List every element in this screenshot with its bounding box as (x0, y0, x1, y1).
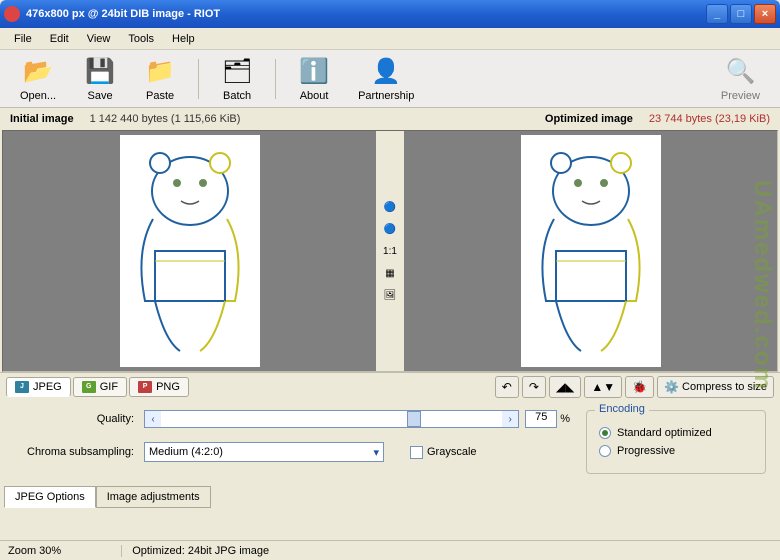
format-tab-png[interactable]: PPNG (129, 377, 189, 397)
flip-v-icon: ▲▼ (591, 380, 615, 394)
batch-icon: 🗂 (221, 56, 253, 88)
status-optimized: Optimized: 24bit JPG image (121, 545, 269, 557)
chroma-select[interactable]: Medium (4:2:0) (144, 442, 384, 462)
encoding-legend: Encoding (595, 403, 649, 415)
initial-preview-pane[interactable] (3, 131, 376, 371)
zoom-in-icon[interactable]: 🔵 (382, 199, 398, 215)
open-button[interactable]: 📂Open... (8, 52, 68, 106)
magnify-icon: 🔍 (724, 56, 756, 88)
maximize-button[interactable]: □ (730, 4, 752, 24)
optimized-label: Optimized image (545, 113, 633, 125)
undo-icon: ↶ (502, 380, 512, 394)
bottom-tabs: JPEG Options Image adjustments (0, 486, 780, 508)
folder-open-icon: 📂 (22, 56, 54, 88)
initial-bytes: 1 142 440 bytes (1 115,66 KiB) (90, 113, 241, 125)
info-row: Initial image 1 142 440 bytes (1 115,66 … (0, 108, 780, 130)
menubar: File Edit View Tools Help (0, 28, 780, 50)
save-icon: 💾 (84, 56, 116, 88)
redo-button[interactable]: ↷ (522, 376, 546, 398)
optimized-preview-pane[interactable] (404, 131, 777, 371)
watermark: UAmedwed.com (748, 180, 776, 391)
toolbar-divider (198, 59, 199, 99)
batch-button[interactable]: 🗂Batch (209, 52, 265, 106)
paste-button[interactable]: 📁Paste (132, 52, 188, 106)
encoding-standard-radio[interactable] (599, 427, 611, 439)
zoom-out-icon[interactable]: 🔵 (382, 221, 398, 237)
bug-icon: 🐞 (632, 380, 647, 394)
tab-image-adjustments[interactable]: Image adjustments (96, 486, 211, 508)
chroma-label: Chroma subsampling: (14, 446, 144, 458)
optimized-bytes: 23 744 bytes (23,19 KiB) (649, 113, 770, 125)
settings-panel: Quality: ‹ › 75 % Chroma subsampling: Me… (0, 400, 780, 486)
minimize-button[interactable]: _ (706, 4, 728, 24)
slider-thumb[interactable] (407, 411, 421, 427)
grayscale-checkbox[interactable] (410, 446, 423, 459)
fit-grid-icon[interactable]: ▦ (382, 265, 398, 281)
zoom-1to1-button[interactable]: 1:1 (382, 243, 398, 259)
format-row: JJPEG GGIF PPNG ↶ ↷ ◢◣ ▲▼ 🐞 ⚙️Compress t… (0, 372, 780, 400)
menu-edit[interactable]: Edit (42, 31, 77, 47)
format-tab-jpeg[interactable]: JJPEG (6, 377, 71, 397)
encoding-fieldset: Encoding Standard optimized Progressive (586, 410, 766, 474)
menu-view[interactable]: View (79, 31, 119, 47)
bug-button[interactable]: 🐞 (625, 376, 654, 398)
preview-button[interactable]: 🔍Preview (709, 52, 772, 106)
format-tab-gif[interactable]: GGIF (73, 377, 127, 397)
person-icon: 👤 (370, 56, 402, 88)
save-button[interactable]: 💾Save (72, 52, 128, 106)
gif-badge-icon: G (82, 381, 96, 393)
app-icon (4, 6, 20, 22)
initial-label: Initial image (10, 113, 74, 125)
gear-icon: ⚙️ (664, 380, 679, 394)
close-button[interactable]: × (754, 4, 776, 24)
toolbar-divider (275, 59, 276, 99)
undo-button[interactable]: ↶ (495, 376, 519, 398)
optimized-image (521, 135, 661, 367)
paste-icon: 📁 (144, 56, 176, 88)
about-button[interactable]: ℹ️About (286, 52, 342, 106)
info-icon: ℹ️ (298, 56, 330, 88)
grayscale-label: Grayscale (427, 446, 477, 458)
quality-label: Quality: (14, 413, 144, 425)
quality-percent: % (560, 413, 570, 425)
partnership-button[interactable]: 👤Partnership (346, 52, 426, 106)
titlebar: 476x800 px @ 24bit DIB image - RIOT _ □ … (0, 0, 780, 28)
toolbar: 📂Open... 💾Save 📁Paste 🗂Batch ℹ️About 👤Pa… (0, 50, 780, 108)
slider-left-button[interactable]: ‹ (145, 411, 161, 427)
tab-jpeg-options[interactable]: JPEG Options (4, 486, 96, 508)
quality-input[interactable]: 75 (525, 410, 557, 428)
flip-horizontal-button[interactable]: ◢◣ (549, 376, 581, 398)
redo-icon: ↷ (529, 380, 539, 394)
flip-h-icon: ◢◣ (556, 380, 574, 394)
png-badge-icon: P (138, 381, 152, 393)
image-icon[interactable]: 🖼 (382, 287, 398, 303)
encoding-progressive-radio[interactable] (599, 445, 611, 457)
window-controls: _ □ × (706, 4, 776, 24)
slider-right-button[interactable]: › (502, 411, 518, 427)
menu-tools[interactable]: Tools (120, 31, 162, 47)
status-zoom: Zoom 30% (8, 545, 61, 557)
flip-vertical-button[interactable]: ▲▼ (584, 376, 622, 398)
menu-file[interactable]: File (6, 31, 40, 47)
center-tools: 🔵 🔵 1:1 ▦ 🖼 (376, 131, 404, 371)
menu-help[interactable]: Help (164, 31, 203, 47)
statusbar: Zoom 30% Optimized: 24bit JPG image (0, 540, 780, 560)
window-title: 476x800 px @ 24bit DIB image - RIOT (26, 8, 706, 20)
jpeg-badge-icon: J (15, 381, 29, 393)
preview-area: 🔵 🔵 1:1 ▦ 🖼 (2, 130, 778, 372)
initial-image (120, 135, 260, 367)
quality-slider[interactable]: ‹ › (144, 410, 519, 428)
